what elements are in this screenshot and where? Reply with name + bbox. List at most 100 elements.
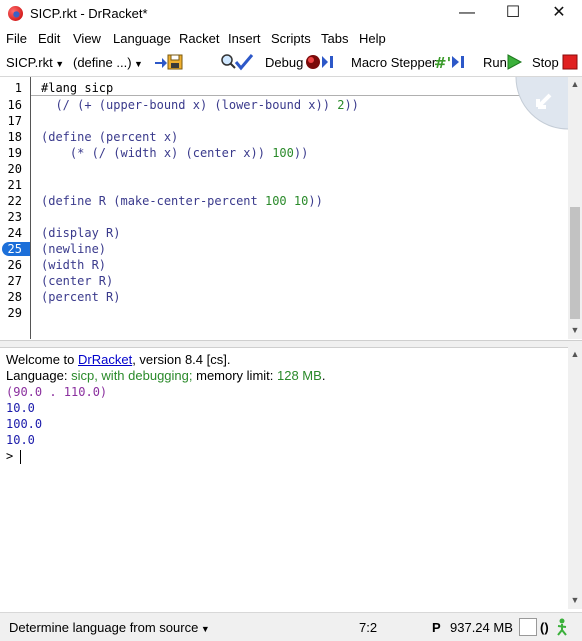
line-number: 28 <box>7 290 22 304</box>
output-line: 10.0 <box>6 433 35 447</box>
line-number: 23 <box>7 210 22 224</box>
code-line[interactable]: (width R) <box>41 258 106 272</box>
code-line[interactable]: (define R (make-center-percent 100 10)) <box>41 194 323 208</box>
language-selector-label: Determine language from source <box>9 620 199 635</box>
maximize-button[interactable]: ☐ <box>490 0 536 28</box>
chevron-down-icon: ▼ <box>131 59 143 69</box>
definitions-editor[interactable]: 1 #lang sicp 16 (/ (+ (upper-bound x) (l… <box>0 77 568 339</box>
editor-scroll-thumb[interactable] <box>570 207 580 319</box>
file-name-label: SICP.rkt <box>6 55 53 70</box>
chevron-down-icon: ▼ <box>52 59 65 69</box>
menu-language[interactable]: Language <box>113 31 171 46</box>
drracket-logo-icon <box>8 6 23 21</box>
macro-stepper-button[interactable]: Macro Stepper <box>351 55 436 70</box>
svg-text:#': #' <box>434 54 451 71</box>
chevron-down-icon: ▼ <box>198 624 210 634</box>
output-line: 10.0 <box>6 401 35 415</box>
run-button[interactable]: Run <box>483 55 507 70</box>
macro-stepper-label: Macro Stepper <box>351 55 437 70</box>
text-cursor <box>20 449 22 464</box>
menu-tabs[interactable]: Tabs <box>321 31 348 46</box>
code-line[interactable]: (/ (+ (upper-bound x) (lower-bound x)) 2… <box>41 98 358 112</box>
menu-insert[interactable]: Insert <box>228 31 261 46</box>
running-man-icon <box>556 618 568 639</box>
debug-icon <box>304 53 338 74</box>
prompt-symbol: > <box>6 449 14 463</box>
line-number: 16 <box>7 98 22 112</box>
stop-icon <box>562 53 578 74</box>
welcome-prefix: Welcome to <box>6 352 79 367</box>
language-selector[interactable]: Determine language from source ▼ <box>9 620 210 635</box>
gc-indicator <box>519 618 537 636</box>
code-line[interactable]: (* (/ (width x) (center x)) 100)) <box>41 146 308 160</box>
menu-view[interactable]: View <box>73 31 101 46</box>
code-line[interactable]: #lang sicp <box>41 81 113 95</box>
memory-badge: P <box>432 620 441 635</box>
code-line[interactable]: (percent R) <box>41 290 120 304</box>
line-number: 26 <box>7 258 22 272</box>
stop-label: Stop <box>532 55 559 70</box>
code-line[interactable]: (define (percent x) <box>41 130 178 144</box>
drracket-link[interactable]: DrRacket <box>78 352 132 367</box>
menu-bar: File Edit View Language Racket Insert Sc… <box>0 28 582 50</box>
corner-arrow-widget <box>514 77 568 131</box>
title-bar: SICP.rkt - DrRacket* — ☐ ✕ <box>0 0 582 28</box>
output-line: (90.0 . 110.0) <box>6 385 108 399</box>
window-title: SICP.rkt - DrRacket* <box>30 6 148 21</box>
status-bar: Determine language from source ▼ 7:2 P 9… <box>0 612 582 641</box>
check-syntax-icon <box>221 54 254 71</box>
check-syntax-button[interactable] <box>220 53 254 74</box>
scroll-down-icon[interactable]: ▼ <box>568 595 582 605</box>
save-icon <box>155 54 183 70</box>
memory-end: . <box>321 368 326 383</box>
define-menu[interactable]: (define ...) ▼ <box>73 55 143 70</box>
output-line: 100.0 <box>6 417 43 431</box>
memory-text: memory limit: <box>192 368 277 383</box>
parens-indicator: () <box>540 620 549 635</box>
run-icon <box>506 53 524 74</box>
line-number: 19 <box>7 146 22 160</box>
minimize-button[interactable]: — <box>444 0 490 28</box>
menu-edit[interactable]: Edit <box>38 31 60 46</box>
welcome-suffix: , version 8.4 [cs]. <box>132 352 231 367</box>
editor-scrollbar[interactable]: ▲ ▼ <box>568 77 582 339</box>
menu-scripts[interactable]: Scripts <box>271 31 311 46</box>
line-number: 18 <box>7 130 22 144</box>
language-name: sicp, with debugging; <box>71 368 193 383</box>
scroll-up-icon[interactable]: ▲ <box>568 79 582 89</box>
debug-button[interactable]: Debug <box>265 55 303 70</box>
toolbar: SICP.rkt ▼ (define ...) ▼ Debug Macro St… <box>0 50 582 77</box>
line-number: 22 <box>7 194 22 208</box>
close-button[interactable]: ✕ <box>536 0 582 28</box>
repl-scrollbar[interactable]: ▲ ▼ <box>568 347 582 609</box>
line-number: 27 <box>7 274 22 288</box>
run-label: Run <box>483 55 507 70</box>
memory-usage[interactable]: 937.24 MB <box>450 620 513 635</box>
interactions-pane[interactable]: Welcome to DrRacket, version 8.4 [cs]. L… <box>0 347 568 609</box>
line-number: 21 <box>7 178 22 192</box>
line-number: 25 <box>7 242 22 256</box>
save-button[interactable] <box>154 53 184 74</box>
cursor-position: 7:2 <box>359 620 378 635</box>
debug-label: Debug <box>265 55 304 70</box>
memory-limit-value: 128 MB <box>277 368 322 383</box>
repl-prompt[interactable]: > <box>6 449 22 464</box>
line-number: 29 <box>7 306 22 320</box>
file-name-menu[interactable]: SICP.rkt ▼ <box>6 55 64 70</box>
line-number: 1 <box>14 81 22 95</box>
code-line[interactable]: (center R) <box>41 274 113 288</box>
define-menu-label: (define ...) <box>73 55 132 70</box>
menu-help[interactable]: Help <box>359 31 386 46</box>
language-prefix: Language: <box>6 368 72 383</box>
code-line[interactable]: (newline) <box>41 242 106 256</box>
menu-racket[interactable]: Racket <box>179 31 219 46</box>
line-number: 20 <box>7 162 22 176</box>
language-line: Language: sicp, with debugging; memory l… <box>6 368 325 383</box>
code-line[interactable]: (display R) <box>41 226 120 240</box>
menu-file[interactable]: File <box>6 31 27 46</box>
scroll-up-icon[interactable]: ▲ <box>568 349 582 359</box>
scroll-down-icon[interactable]: ▼ <box>568 325 582 335</box>
stop-button[interactable]: Stop <box>532 55 559 70</box>
welcome-line: Welcome to DrRacket, version 8.4 [cs]. <box>6 352 230 367</box>
macro-stepper-icon: #' <box>434 53 472 74</box>
